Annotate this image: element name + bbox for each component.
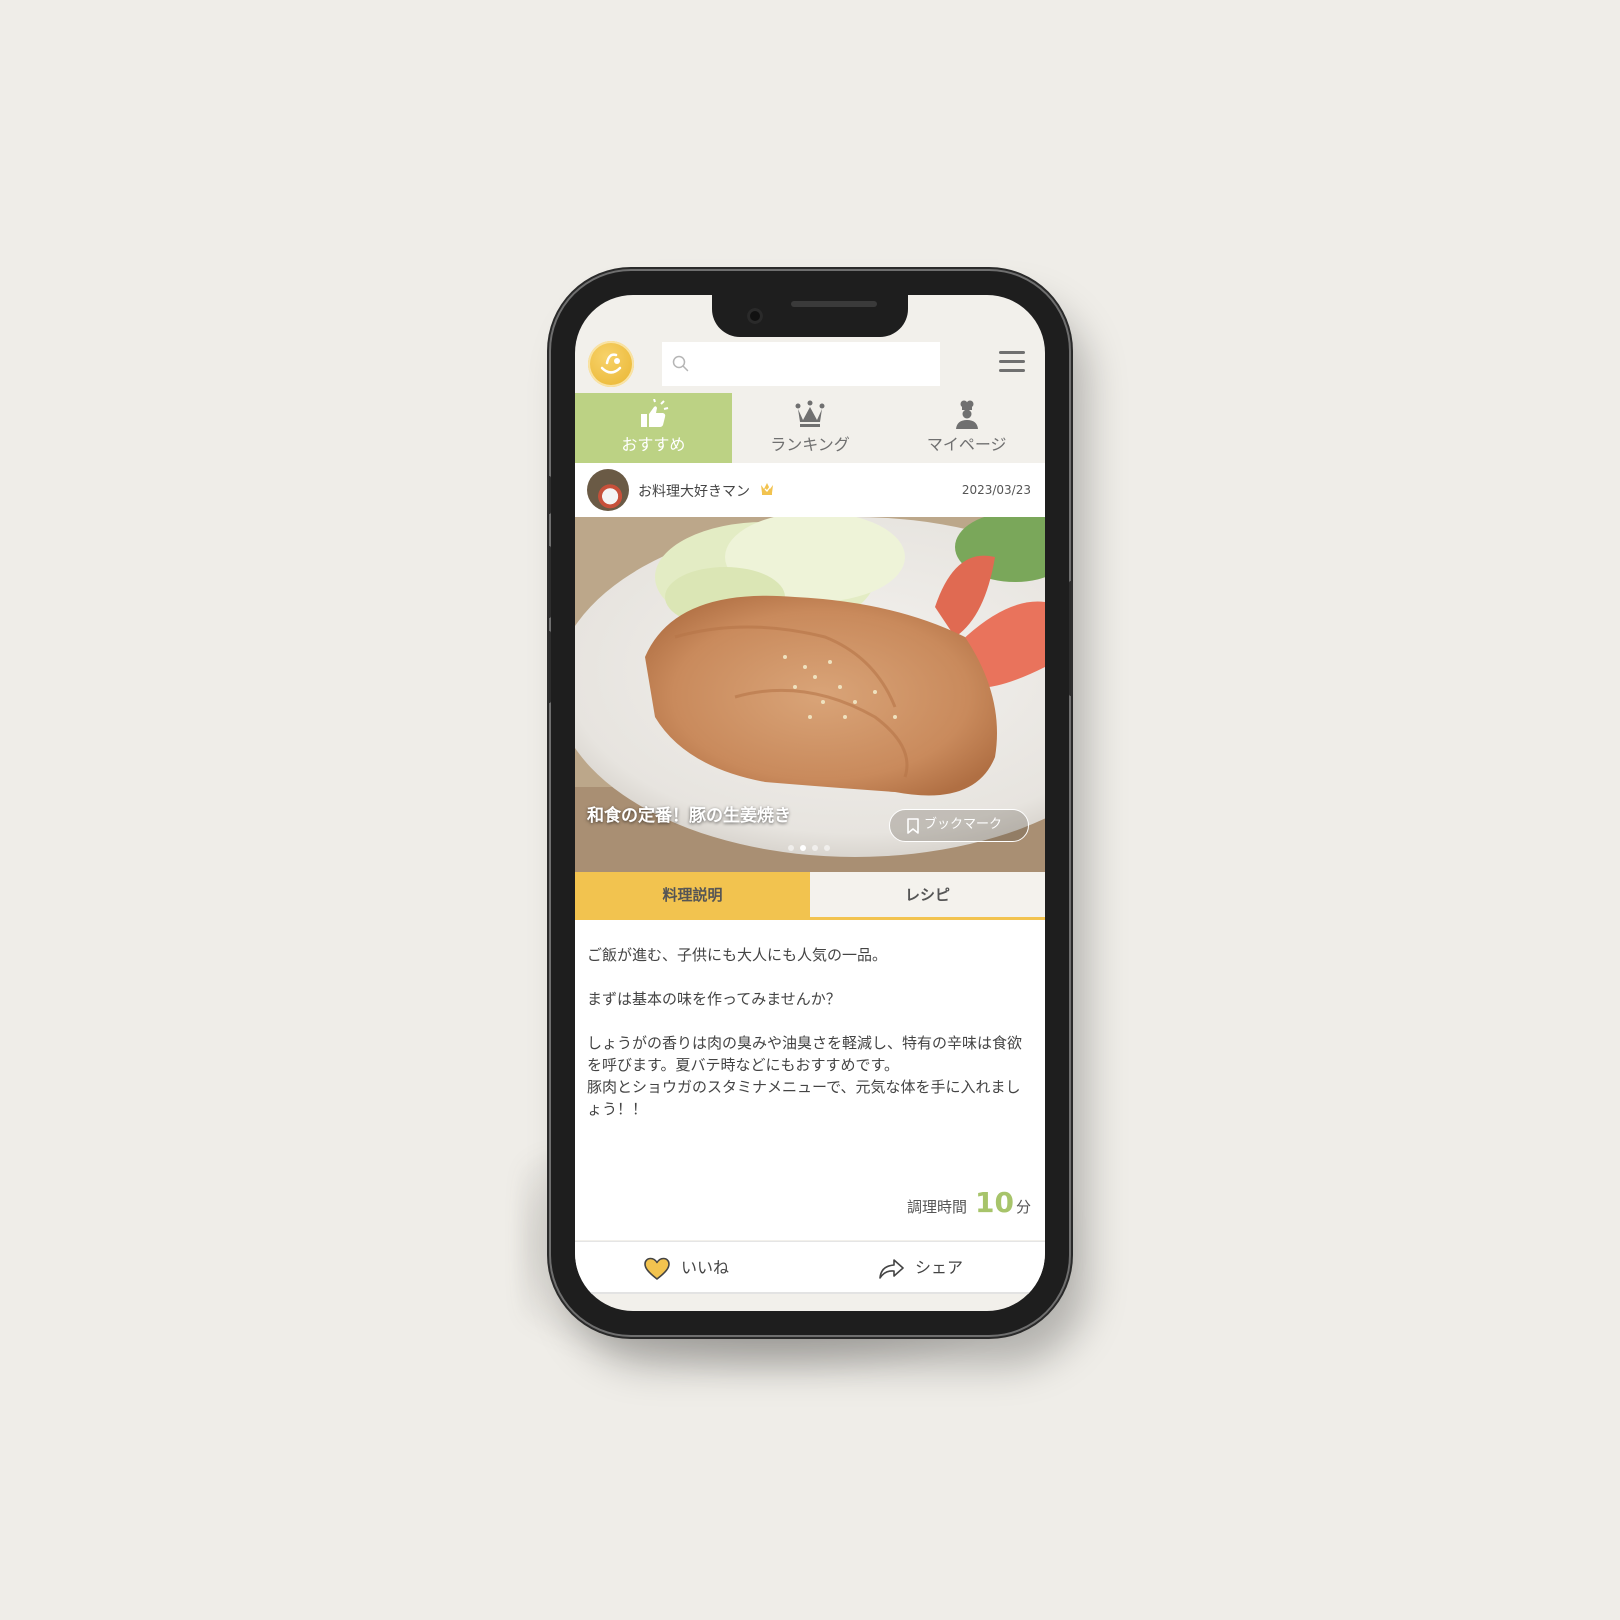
heart-icon (644, 1257, 670, 1280)
main-nav-tabs: おすすめ ランキング マイページ (575, 393, 1045, 463)
power-button (1069, 581, 1073, 696)
tab-description[interactable]: 料理説明 (575, 872, 810, 917)
cook-time: 調理時間 10 分 (907, 1186, 1031, 1219)
search-input[interactable] (662, 342, 940, 386)
tab-ranking-label: ランキング (770, 435, 850, 454)
post-header: お料理大好きマン 2023/03/23 (575, 463, 1045, 517)
search-icon (672, 355, 689, 372)
share-button[interactable]: シェア (877, 1254, 963, 1281)
action-bar: いいね シェア (575, 1241, 1045, 1294)
share-label: シェア (915, 1258, 964, 1277)
cook-time-label: 調理時間 (907, 1198, 968, 1216)
share-icon (879, 1258, 904, 1279)
content-tabs: 料理説明 レシピ (575, 872, 1045, 920)
cook-time-value: 10 (975, 1186, 1014, 1219)
bookmark-button[interactable]: ブックマーク (889, 809, 1029, 842)
carousel-dot-active[interactable] (800, 845, 806, 851)
speaker (791, 301, 877, 307)
carousel-dot[interactable] (788, 845, 794, 851)
carousel-dots (788, 845, 830, 851)
crown-icon (795, 400, 825, 427)
chef-logo-icon[interactable] (588, 341, 634, 387)
app-header (575, 337, 1045, 393)
front-camera (747, 308, 763, 324)
description-panel: ご飯が進む、子供にも大人にも人気の一品。 まずは基本の味を作ってみませんか？ し… (575, 920, 1045, 1240)
description-text: ご飯が進む、子供にも大人にも人気の一品。 まずは基本の味を作ってみませんか？ し… (587, 946, 1023, 1118)
post-date: 2023/03/23 (961, 483, 1031, 497)
like-label: いいね (681, 1258, 730, 1277)
bookmark-icon (907, 818, 919, 834)
dish-photo[interactable]: 和食の定番！豚の生姜焼き ブックマーク (575, 517, 1045, 872)
tab-ranking[interactable]: ランキング (732, 393, 889, 463)
volume-down-button (547, 631, 551, 703)
like-button[interactable]: いいね (643, 1254, 729, 1281)
hamburger-menu-icon[interactable] (999, 351, 1025, 375)
volume-up-button (547, 546, 551, 618)
phone-screen: おすすめ ランキング マイページ お料理大好きマン 2023/03/23 和食の… (575, 295, 1045, 1311)
mute-switch (547, 476, 551, 514)
phone-frame: おすすめ ランキング マイページ お料理大好きマン 2023/03/23 和食の… (547, 271, 1073, 1335)
post-title: 和食の定番！豚の生姜焼き (587, 806, 791, 826)
post-username[interactable]: お料理大好きマン (638, 481, 750, 501)
bookmark-label: ブックマーク (924, 817, 1003, 832)
crown-badge-icon (761, 483, 773, 495)
tab-recommended-label: おすすめ (621, 435, 686, 454)
chef-person-icon (955, 400, 978, 429)
tab-mypage-label: マイページ (926, 435, 1007, 454)
carousel-dot[interactable] (824, 845, 830, 851)
tab-recipe[interactable]: レシピ (810, 872, 1045, 917)
tab-recommended[interactable]: おすすめ (575, 393, 732, 463)
tab-mypage[interactable]: マイページ (888, 393, 1045, 463)
avatar[interactable] (587, 469, 629, 511)
thumbs-up-icon (641, 399, 669, 427)
cook-time-unit: 分 (1015, 1198, 1031, 1216)
carousel-dot[interactable] (812, 845, 818, 851)
